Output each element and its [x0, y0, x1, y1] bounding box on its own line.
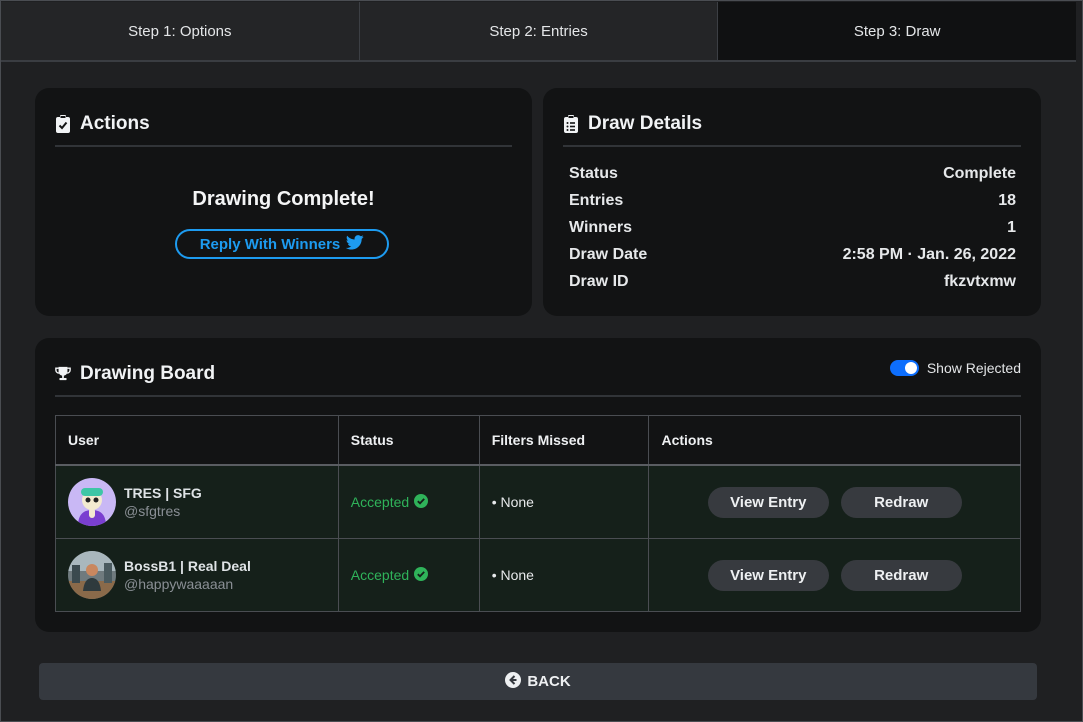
table-row: BossB1 | Real Deal @happywaaaaan Accepte…	[55, 538, 1021, 612]
board-header: Drawing Board	[55, 352, 1021, 397]
detail-label: Draw Date	[569, 245, 648, 263]
clipboard-list-icon	[563, 114, 579, 134]
details-header: Draw Details	[563, 102, 1021, 147]
tab-step-2[interactable]: Step 2: Entries	[359, 2, 719, 60]
actions-cell: View Entry Redraw	[648, 538, 1021, 612]
user-handle: @sfgtres	[124, 503, 181, 519]
show-rejected-label: Show Rejected	[926, 360, 1021, 376]
arrow-left-circle-icon	[505, 671, 522, 692]
detail-row-status: Status Complete	[569, 160, 1016, 187]
board-title: Drawing Board	[80, 362, 216, 384]
detail-row-draw-date: Draw Date 2:58 PM · Jan. 26, 2022	[569, 241, 1016, 268]
column-header-actions: Actions	[648, 415, 1021, 466]
status-cell: Accepted	[337, 538, 480, 612]
column-header-status: Status	[337, 415, 480, 466]
clipboard-check-icon	[55, 114, 71, 134]
avatar	[68, 551, 116, 599]
detail-label: Draw ID	[569, 272, 629, 290]
redraw-button[interactable]: Redraw	[840, 559, 962, 591]
actions-card: Actions Drawing Complete! Reply With Win…	[35, 88, 532, 316]
status-badge: Accepted	[350, 493, 467, 511]
drawing-complete-text: Drawing Complete!	[192, 188, 375, 210]
column-header-user: User	[55, 415, 339, 466]
twitter-icon	[346, 234, 364, 254]
check-circle-icon	[414, 493, 429, 511]
user-name: BossB1 | Real Deal	[124, 558, 251, 574]
table-header-row: User Status Filters Missed Actions	[55, 415, 1021, 466]
detail-row-winners: Winners 1	[569, 214, 1016, 241]
detail-row-entries: Entries 18	[569, 187, 1016, 214]
status-text: Accepted	[350, 494, 410, 510]
tab-step-1[interactable]: Step 1: Options	[1, 2, 360, 60]
actions-title: Actions	[80, 112, 150, 134]
detail-row-draw-id: Draw ID fkzvtxmw	[569, 268, 1016, 295]
table-row: TRES | SFG @sfgtres Accepted • None View…	[55, 464, 1021, 539]
redraw-button[interactable]: Redraw	[840, 486, 962, 518]
avatar	[68, 478, 116, 526]
show-rejected-control: Show Rejected	[889, 360, 1021, 376]
draw-details-card: Draw Details Status Complete Entries 18 …	[543, 88, 1041, 316]
detail-label: Status	[569, 164, 618, 182]
step-tabs: Step 1: Options Step 2: Entries Step 3: …	[1, 2, 1077, 62]
actions-header: Actions	[55, 102, 512, 147]
detail-label: Entries	[569, 191, 624, 209]
detail-value: 1	[1007, 218, 1016, 236]
user-name: TRES | SFG	[124, 485, 202, 501]
user-cell: BossB1 | Real Deal @happywaaaaan	[55, 538, 339, 612]
details-title: Draw Details	[588, 112, 703, 134]
detail-label: Winners	[569, 218, 632, 236]
back-label: BACK	[527, 673, 571, 690]
column-header-filters: Filters Missed	[478, 415, 650, 466]
drawing-board-card: Drawing Board Show Rejected User Status …	[35, 338, 1041, 632]
filters-cell: • None	[478, 538, 650, 612]
user-handle: @happywaaaaan	[124, 576, 234, 592]
check-circle-icon	[414, 566, 429, 584]
actions-cell: View Entry Redraw	[648, 464, 1021, 539]
status-cell: Accepted	[337, 464, 480, 539]
filters-cell: • None	[478, 464, 650, 539]
view-entry-button[interactable]: View Entry	[707, 486, 829, 518]
trophy-icon	[55, 364, 71, 384]
user-cell: TRES | SFG @sfgtres	[55, 464, 339, 539]
detail-value: 18	[998, 191, 1016, 209]
tab-step-3[interactable]: Step 3: Draw	[718, 2, 1077, 60]
entries-table: User Status Filters Missed Actions TRES …	[55, 415, 1021, 612]
status-badge: Accepted	[350, 566, 467, 584]
detail-value: Complete	[943, 164, 1016, 182]
reply-button-label: Reply With Winners	[199, 235, 341, 253]
view-entry-button[interactable]: View Entry	[707, 559, 829, 591]
reply-with-winners-button[interactable]: Reply With Winners	[175, 229, 389, 259]
status-text: Accepted	[350, 567, 410, 583]
back-button[interactable]: BACK	[39, 663, 1037, 700]
detail-value: fkzvtxmw	[943, 272, 1016, 290]
detail-value: 2:58 PM · Jan. 26, 2022	[842, 245, 1016, 263]
show-rejected-toggle[interactable]	[889, 360, 919, 376]
